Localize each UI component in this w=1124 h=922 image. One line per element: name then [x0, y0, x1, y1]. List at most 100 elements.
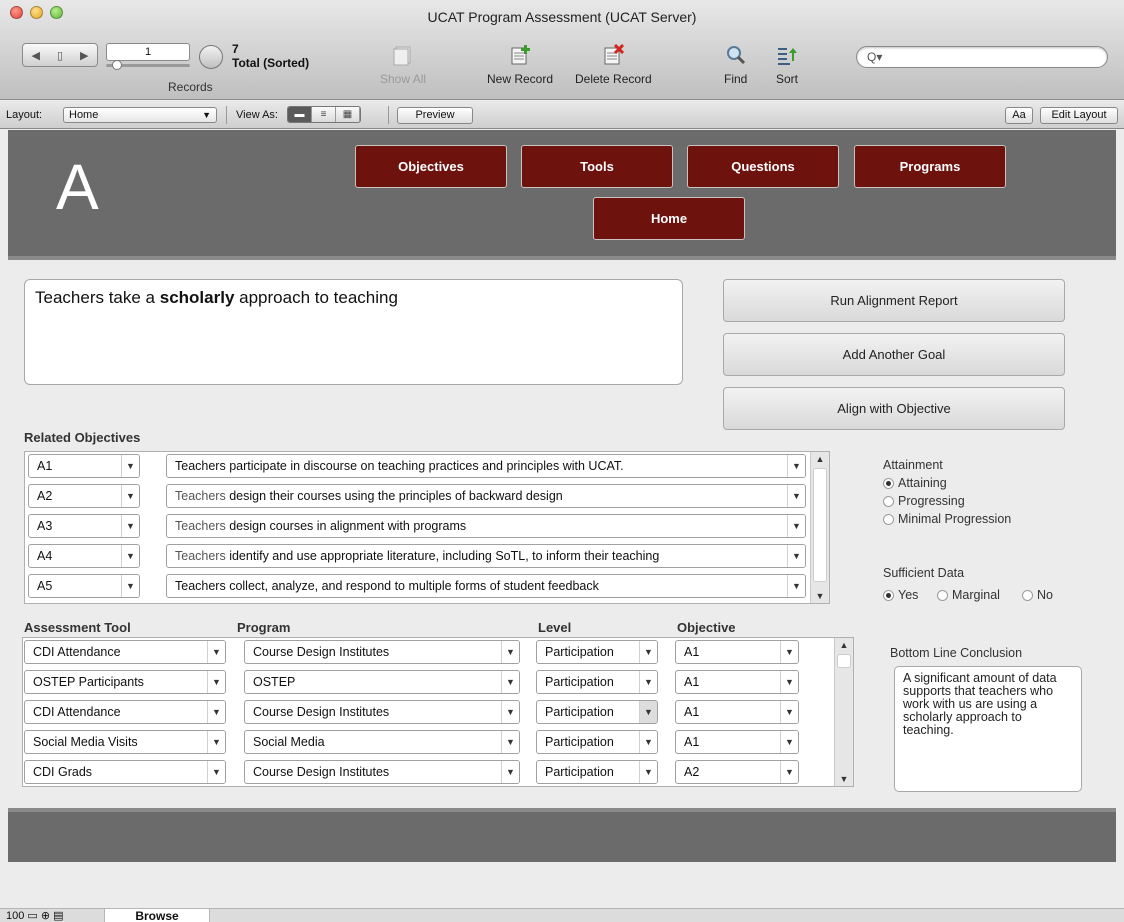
chevron-down-icon: ▼ [501, 671, 519, 693]
objective-dropdown[interactable]: A1 ▼ [675, 670, 799, 694]
chevron-down-icon: ▼ [121, 485, 139, 507]
chevron-down-icon: ▼ [787, 515, 805, 537]
level-dropdown[interactable]: Participation ▼ [536, 700, 658, 724]
bottom-line-conclusion-field[interactable]: A significant amount of data supports th… [894, 666, 1082, 792]
nav-questions-button[interactable]: Questions [687, 145, 839, 188]
program-dropdown[interactable]: Course Design Institutes ▼ [244, 640, 520, 664]
program-dropdown[interactable]: Course Design Institutes ▼ [244, 700, 520, 724]
level-dropdown[interactable]: Participation ▼ [536, 730, 658, 754]
scroll-down-icon[interactable]: ▼ [835, 774, 853, 784]
total-records-count: 7 [232, 42, 239, 56]
scroll-thumb[interactable] [837, 654, 851, 668]
delete-record-button[interactable]: Delete Record [575, 44, 652, 86]
preview-button[interactable]: Preview [397, 107, 473, 124]
assessment-scrollbar[interactable]: ▲ ▼ [834, 638, 853, 786]
scroll-thumb[interactable] [813, 468, 827, 582]
objective-text-dropdown[interactable]: Teachers collect, analyze, and respond t… [166, 574, 806, 598]
col-header-assessment-tool: Assessment Tool [24, 620, 131, 635]
view-as-label: View As: [236, 109, 278, 121]
objective-code-dropdown[interactable]: A3 ▼ [28, 514, 140, 538]
record-slider[interactable] [106, 60, 190, 70]
bottom-line-conclusion-label: Bottom Line Conclusion [890, 646, 1023, 660]
nav-tools-button[interactable]: Tools [521, 145, 673, 188]
assessment-tool-dropdown[interactable]: CDI Attendance ▼ [24, 700, 226, 724]
objective-code-dropdown[interactable]: A5 ▼ [28, 574, 140, 598]
program-dropdown[interactable]: Course Design Institutes ▼ [244, 760, 520, 784]
sufficient-data-radio-no[interactable]: No [1022, 588, 1053, 602]
chevron-down-icon: ▼ [207, 701, 225, 723]
table-view-icon[interactable]: ▦ [336, 107, 360, 122]
mode-indicator[interactable]: Browse [104, 908, 210, 922]
show-all-button[interactable]: Show All [380, 44, 426, 86]
level-dropdown[interactable]: Participation ▼ [536, 760, 658, 784]
program-dropdown[interactable]: Social Media ▼ [244, 730, 520, 754]
objective-text-dropdown[interactable]: Teachers identify and use appropriate li… [166, 544, 806, 568]
assessment-tool-dropdown[interactable]: Social Media Visits ▼ [24, 730, 226, 754]
layout-select[interactable]: Home ▼ [63, 107, 217, 123]
radio-icon [883, 495, 894, 507]
col-header-program: Program [237, 620, 291, 635]
objective-text-dropdown[interactable]: Teachers design their courses using the … [166, 484, 806, 508]
scroll-down-icon[interactable]: ▼ [811, 591, 829, 601]
sufficient-data-radio-marginal[interactable]: Marginal [937, 588, 1000, 602]
chevron-down-icon: ▼ [207, 731, 225, 753]
nav-home-button[interactable]: Home [593, 197, 745, 240]
chevron-down-icon: ▼ [639, 761, 657, 783]
chevron-down-icon: ▼ [639, 641, 657, 663]
magnifier-icon [726, 46, 745, 65]
objective-dropdown[interactable]: A1 ▼ [675, 700, 799, 724]
record-number-field[interactable]: 1 [106, 43, 190, 61]
program-dropdown[interactable]: OSTEP ▼ [244, 670, 520, 694]
related-objectives-label: Related Objectives [24, 430, 141, 445]
align-with-objective-button[interactable]: Align with Objective [723, 387, 1065, 430]
objective-text-dropdown[interactable]: Teachers design courses in alignment wit… [166, 514, 806, 538]
show-all-icon [393, 46, 411, 66]
objective-dropdown[interactable]: A1 ▼ [675, 730, 799, 754]
new-record-button[interactable]: New Record [487, 44, 553, 86]
window-toolbar: UCAT Program Assessment (UCAT Server) ◀ … [0, 0, 1124, 100]
objective-dropdown[interactable]: A1 ▼ [675, 640, 799, 664]
assessment-tool-dropdown[interactable]: CDI Grads ▼ [24, 760, 226, 784]
col-header-objective: Objective [677, 620, 736, 635]
sort-icon [778, 48, 797, 65]
previous-record-icon[interactable]: ◀ [32, 49, 40, 62]
chevron-down-icon: ▼ [121, 455, 139, 477]
attainment-radio-progressing[interactable]: Progressing [883, 494, 965, 508]
objective-code-dropdown[interactable]: A4 ▼ [28, 544, 140, 568]
quick-find-search-input[interactable]: Q▾ [856, 46, 1108, 68]
form-view-icon[interactable]: ▬ [288, 107, 312, 122]
level-dropdown[interactable]: Participation ▼ [536, 670, 658, 694]
radio-icon [883, 513, 894, 525]
view-as-toggle[interactable]: ▬ ≡ ▦ [287, 106, 361, 123]
scroll-up-icon[interactable]: ▲ [835, 640, 853, 650]
list-view-icon[interactable]: ≡ [312, 107, 336, 122]
sufficient-data-label: Sufficient Data [883, 566, 965, 580]
record-navigation[interactable]: ◀ ▯ ▶ [22, 43, 98, 67]
objective-dropdown[interactable]: A2 ▼ [675, 760, 799, 784]
find-button[interactable]: Find [724, 44, 747, 86]
add-another-goal-button[interactable]: Add Another Goal [723, 333, 1065, 376]
chevron-down-icon: ▼ [121, 575, 139, 597]
run-alignment-report-button[interactable]: Run Alignment Report [723, 279, 1065, 322]
assessment-tool-dropdown[interactable]: OSTEP Participants ▼ [24, 670, 226, 694]
assessment-tool-dropdown[interactable]: CDI Attendance ▼ [24, 640, 226, 664]
found-set-pie-icon [199, 45, 223, 69]
attainment-radio-minimal[interactable]: Minimal Progression [883, 512, 1011, 526]
objectives-scrollbar[interactable]: ▲ ▼ [810, 452, 829, 603]
goal-text-field[interactable]: Teachers take a scholarly approach to te… [24, 279, 683, 385]
sort-button[interactable]: Sort [776, 44, 798, 86]
objective-code-dropdown[interactable]: A1 ▼ [28, 454, 140, 478]
scroll-up-icon[interactable]: ▲ [811, 454, 829, 464]
level-dropdown[interactable]: Participation ▼ [536, 640, 658, 664]
objective-code-dropdown[interactable]: A2 ▼ [28, 484, 140, 508]
nav-objectives-button[interactable]: Objectives [355, 145, 507, 188]
edit-layout-button[interactable]: Edit Layout [1040, 107, 1118, 124]
nav-programs-button[interactable]: Programs [854, 145, 1006, 188]
attainment-radio-attaining[interactable]: Attaining [883, 476, 947, 490]
objective-text-dropdown[interactable]: Teachers participate in discourse on tea… [166, 454, 806, 478]
next-record-icon[interactable]: ▶ [80, 49, 88, 62]
zoom-level[interactable]: 100 ▭ ⊕ ▤ [6, 909, 64, 922]
sufficient-data-radio-yes[interactable]: Yes [883, 588, 918, 602]
layout-bar: Layout: Home ▼ View As: ▬ ≡ ▦ Preview Aa… [0, 101, 1124, 129]
text-format-button[interactable]: Aa [1005, 107, 1033, 124]
